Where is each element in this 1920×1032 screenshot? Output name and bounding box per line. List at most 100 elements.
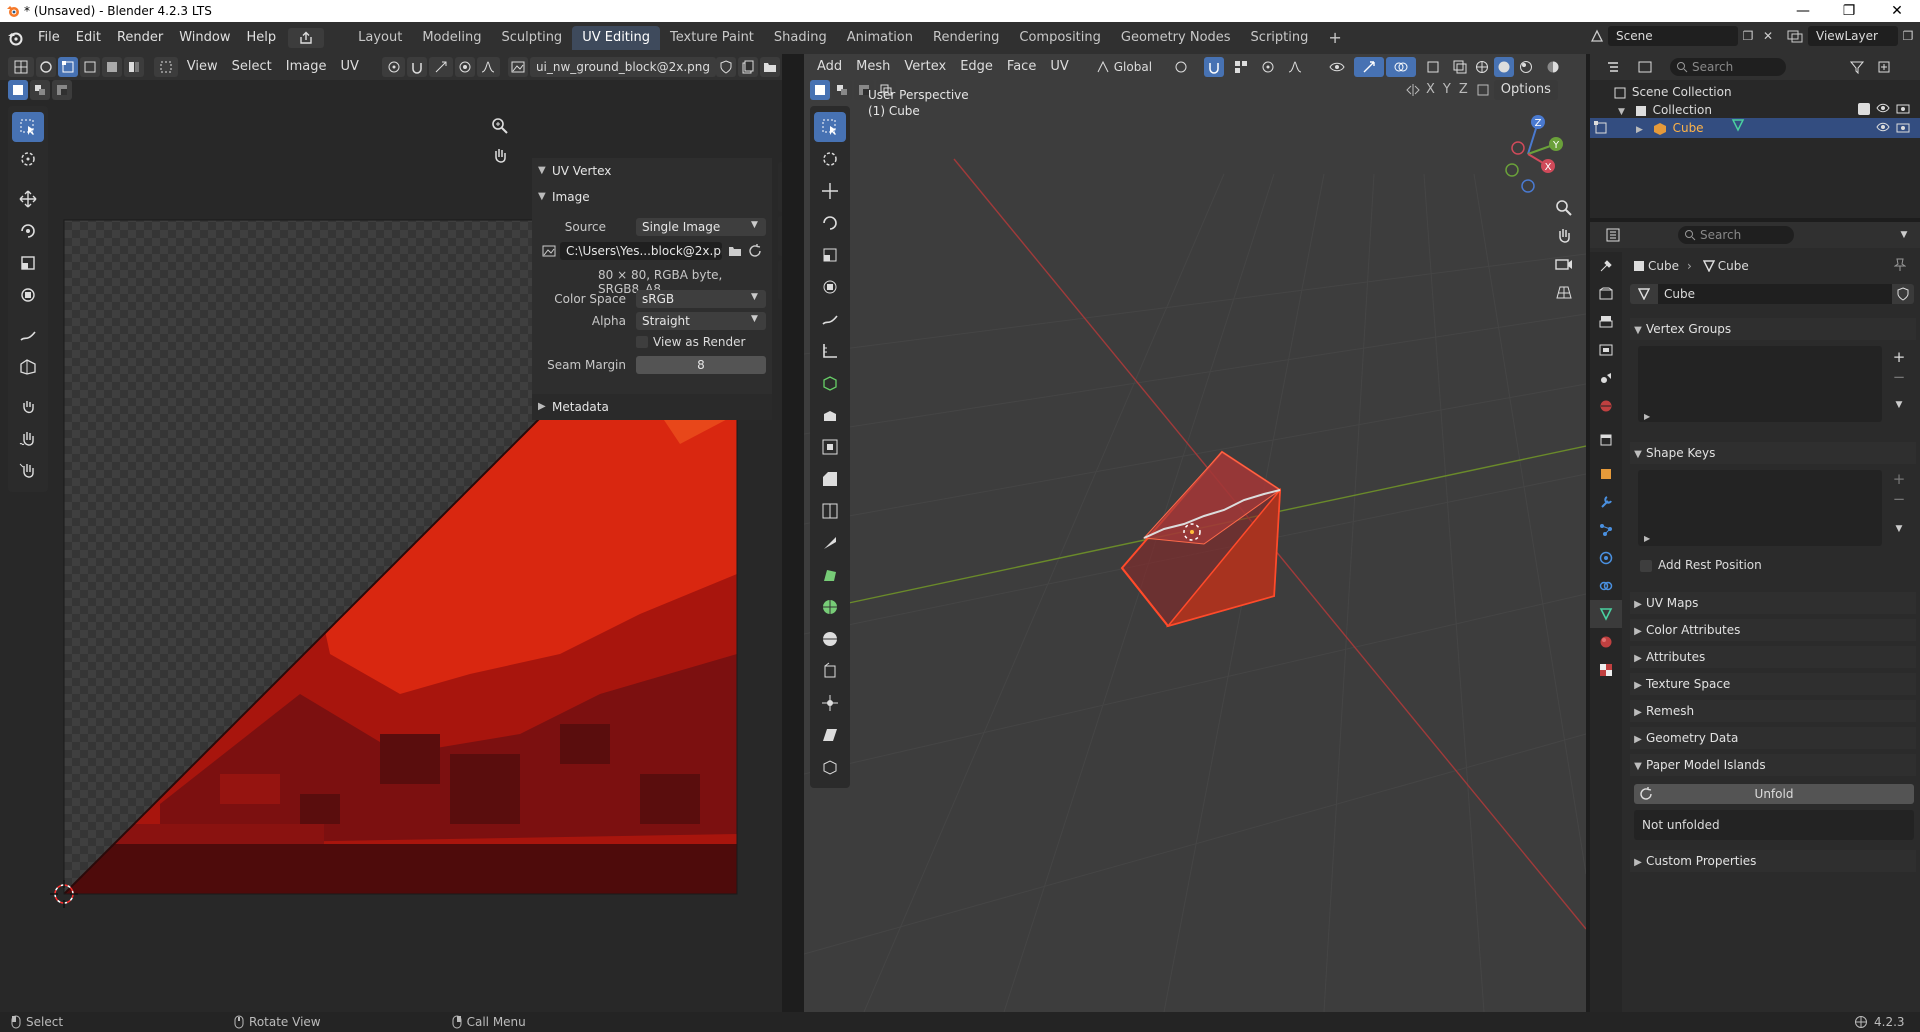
metadata-panel-header[interactable]: ▶ Metadata: [532, 394, 772, 420]
blender-menu-icon[interactable]: [0, 27, 30, 49]
filepath-field[interactable]: C:\Users\Yes...block@2x.png: [560, 242, 722, 260]
scene-icon[interactable]: [1586, 29, 1608, 43]
vertex-groups-list[interactable]: [1638, 346, 1882, 422]
material-tab-icon[interactable]: [1590, 628, 1622, 656]
delete-scene-icon[interactable]: ✕: [1758, 29, 1778, 43]
view-layer-tab-icon[interactable]: [1590, 336, 1622, 364]
edit-mode-icon[interactable]: [1594, 121, 1608, 135]
vertex-group-specials-icon[interactable]: ▼: [1890, 396, 1908, 414]
vp-menu-uv[interactable]: UV: [1043, 57, 1075, 77]
uv-vertex-panel-header[interactable]: ▼ UV Vertex: [532, 158, 772, 184]
custom-properties-panel-header[interactable]: ▶ Custom Properties: [1630, 850, 1916, 872]
annotate-tool-icon[interactable]: [814, 304, 846, 334]
texture-space-panel-header[interactable]: ▶ Texture Space: [1630, 673, 1916, 695]
list-expand-icon[interactable]: ▶: [1644, 412, 1650, 421]
menu-help[interactable]: Help: [239, 27, 285, 49]
cube-mesh[interactable]: [1120, 450, 1282, 628]
bevel-tool-icon[interactable]: [814, 464, 846, 494]
shape-keys-list[interactable]: [1638, 470, 1882, 546]
color-attributes-panel-header[interactable]: ▶ Color Attributes: [1630, 619, 1916, 641]
viewport-area[interactable]: Add Mesh Vertex Edge Face UV Global X Y: [804, 54, 1586, 1012]
view-layer-field[interactable]: ViewLayer: [1808, 26, 1898, 46]
area-divider[interactable]: [782, 54, 804, 1012]
close-window-button[interactable]: ✕: [1874, 0, 1920, 22]
paper-model-islands-panel-header[interactable]: ▼ Paper Model Islands: [1630, 754, 1916, 776]
shear-tool-icon[interactable]: [814, 720, 846, 750]
shape-key-specials-icon[interactable]: ▼: [1890, 520, 1908, 538]
pivot-icon[interactable]: [1166, 57, 1196, 77]
smooth-tool-icon[interactable]: [814, 624, 846, 654]
constraints-tab-icon[interactable]: [1590, 572, 1622, 600]
tab-sculpting[interactable]: Sculpting: [491, 26, 572, 50]
outliner-area[interactable]: Search Scene Collection ▼ Collection ▶ C…: [1590, 54, 1920, 218]
uv-maps-panel-header[interactable]: ▶ UV Maps: [1630, 592, 1916, 614]
alpha-dropdown[interactable]: Straight: [636, 312, 766, 330]
perspective-toggle-icon[interactable]: [1552, 280, 1576, 304]
shading-rendered-icon[interactable]: [1538, 57, 1568, 77]
mesh-name-field[interactable]: Cube: [1658, 284, 1892, 304]
minimize-button[interactable]: —: [1780, 0, 1826, 22]
transform-tool-icon[interactable]: [814, 272, 846, 302]
loop-cut-tool-icon[interactable]: [814, 496, 846, 526]
select-box-tool-icon[interactable]: [814, 112, 846, 142]
outliner-row-cube[interactable]: ▶ Cube: [1590, 118, 1920, 138]
extrude-tool-icon[interactable]: [814, 400, 846, 430]
vp-menu-add[interactable]: Add: [810, 57, 849, 77]
add-cube-tool-icon[interactable]: [814, 368, 846, 398]
new-collection-icon[interactable]: [1874, 57, 1894, 77]
seam-margin-field[interactable]: 8: [636, 356, 766, 374]
area-divider[interactable]: [1586, 54, 1590, 1012]
mirror-y-toggle[interactable]: Y: [1439, 80, 1455, 100]
fake-user-icon[interactable]: [1892, 284, 1914, 304]
navigation-axis-gizmo[interactable]: Z Y X: [1484, 114, 1574, 194]
spin-tool-icon[interactable]: [814, 592, 846, 622]
color-space-dropdown[interactable]: sRGB: [636, 290, 766, 308]
zoom-gizmo-icon[interactable]: [1552, 196, 1576, 220]
move-tool-icon[interactable]: [814, 176, 846, 206]
collection-tab-icon[interactable]: [1590, 426, 1622, 454]
view-as-render-checkbox[interactable]: [636, 336, 648, 348]
reload-icon[interactable]: [746, 242, 764, 260]
menu-file[interactable]: File: [30, 27, 68, 49]
tab-texture-paint[interactable]: Texture Paint: [660, 26, 764, 50]
properties-editor-type-icon[interactable]: [1598, 225, 1628, 245]
tab-rendering[interactable]: Rendering: [923, 26, 1009, 50]
vp-menu-edge[interactable]: Edge: [953, 57, 1000, 77]
shading-solid-icon[interactable]: [1494, 57, 1515, 77]
gizmo-toggle-icon[interactable]: [1354, 57, 1385, 77]
outliner-search-input[interactable]: Search: [1670, 58, 1786, 76]
add-vertex-group-icon[interactable]: +: [1890, 348, 1908, 366]
knife-tool-icon[interactable]: [814, 528, 846, 558]
vp-menu-mesh[interactable]: Mesh: [849, 57, 897, 77]
pan-gizmo-icon[interactable]: [1552, 224, 1576, 248]
folder-icon[interactable]: [726, 242, 744, 260]
shading-wireframe-icon[interactable]: [1472, 57, 1492, 77]
remove-shape-key-icon[interactable]: −: [1890, 490, 1908, 508]
new-view-layer-icon[interactable]: ❐: [1898, 29, 1918, 43]
snap-icon[interactable]: [1204, 57, 1225, 77]
xray-toggle-icon[interactable]: [1450, 57, 1470, 77]
scene-tab-icon[interactable]: [1590, 364, 1622, 392]
properties-area[interactable]: Search ▼ Cube › Cube Cube ▼Vertex Group: [1590, 222, 1920, 1012]
collection-checkbox[interactable]: [1858, 103, 1870, 115]
texture-tab-icon[interactable]: [1590, 656, 1622, 684]
world-tab-icon[interactable]: [1590, 392, 1622, 420]
vp-menu-vertex[interactable]: Vertex: [897, 57, 953, 77]
tab-geometry-nodes[interactable]: Geometry Nodes: [1111, 26, 1241, 50]
add-workspace-button[interactable]: +: [1318, 26, 1351, 50]
pin-icon[interactable]: [1894, 258, 1906, 272]
filter-icon[interactable]: [1842, 57, 1872, 77]
display-mode-icon[interactable]: [1630, 57, 1660, 77]
auto-merge-icon[interactable]: [1472, 83, 1494, 97]
proportional-edit-icon[interactable]: [1258, 57, 1278, 77]
poly-build-tool-icon[interactable]: [814, 560, 846, 590]
transform-orientation-dropdown[interactable]: Global: [1090, 57, 1158, 77]
vertex-groups-panel-header[interactable]: ▼ Vertex Groups: [1630, 318, 1916, 340]
remesh-panel-header[interactable]: ▶ Remesh: [1630, 700, 1916, 722]
cursor-tool-icon[interactable]: [814, 144, 846, 174]
eye-icon[interactable]: [1876, 102, 1890, 114]
falloff-icon[interactable]: [1280, 57, 1310, 77]
render-tab-icon[interactable]: [1590, 280, 1622, 308]
overlays-toggle-icon[interactable]: [1386, 57, 1417, 77]
viewport-canvas[interactable]: [804, 54, 1586, 1012]
